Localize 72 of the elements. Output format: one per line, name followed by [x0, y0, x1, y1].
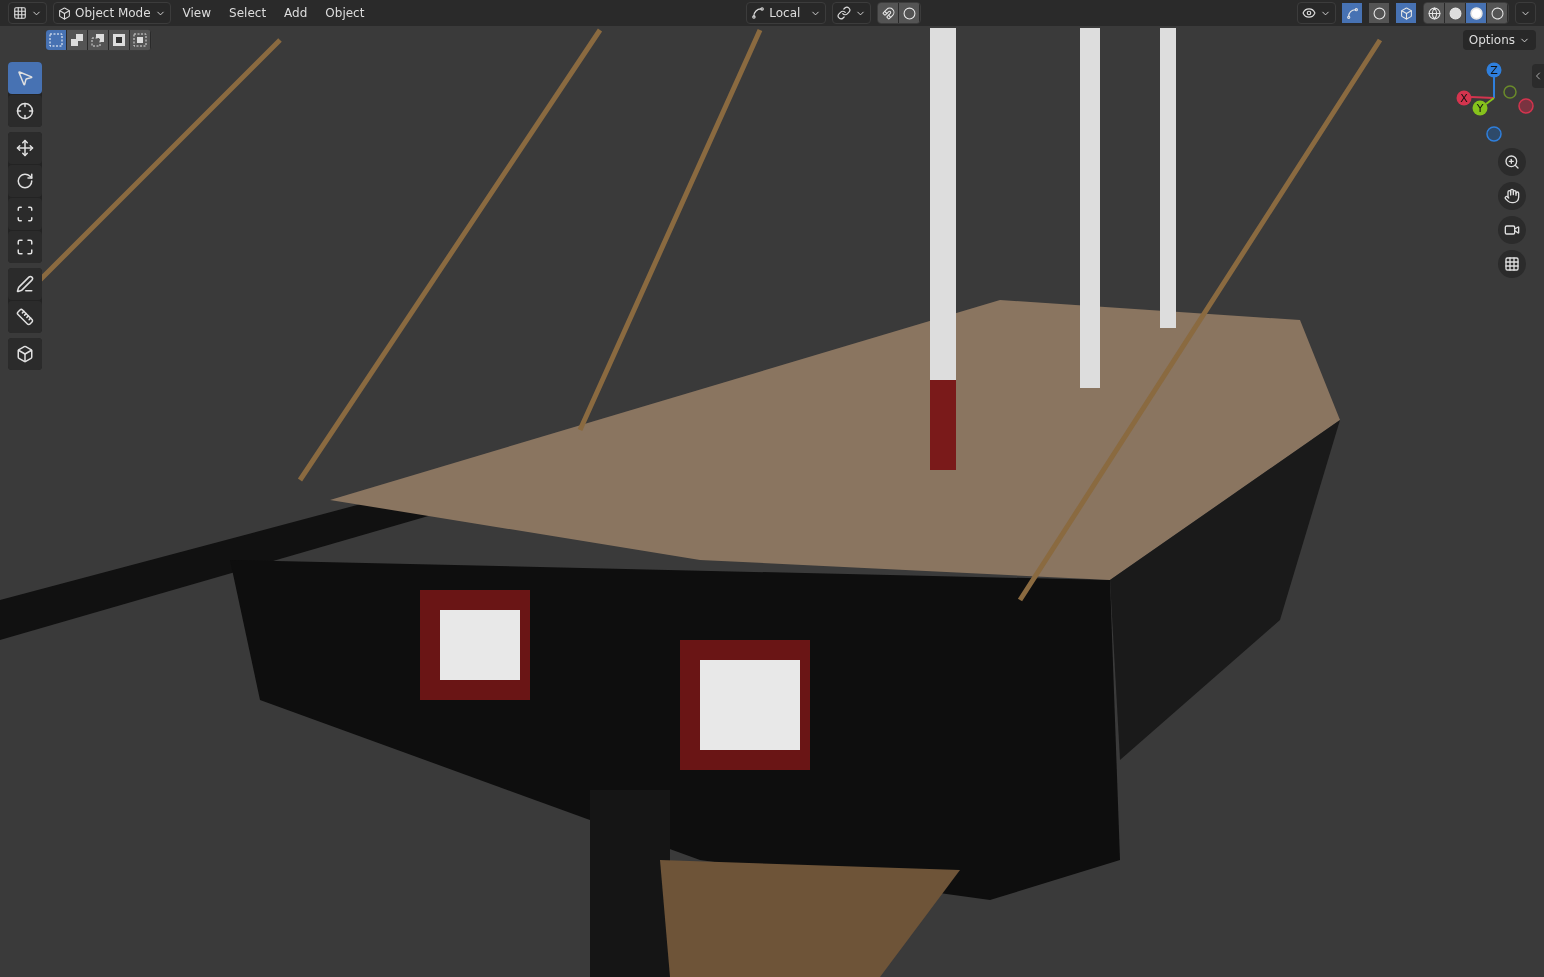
pivot-dropdown[interactable]: [832, 2, 872, 24]
selection-mode-icon: [133, 33, 147, 47]
crosshair-icon: [16, 102, 34, 120]
rotate-tool[interactable]: [8, 165, 42, 197]
transform-tool[interactable]: [8, 231, 42, 263]
rotate-icon: [16, 172, 34, 190]
sidebar-toggle[interactable]: [1532, 64, 1544, 88]
wire-globe-icon: [1427, 6, 1441, 20]
pencil-icon: [16, 275, 34, 293]
magnet-icon: [881, 6, 895, 20]
move-tool[interactable]: [8, 132, 42, 164]
add-cube-tool[interactable]: [8, 338, 42, 370]
ortho-view-button[interactable]: [1498, 250, 1526, 278]
axis-handle[interactable]: X: [1456, 90, 1472, 106]
move-arrows-icon: [16, 139, 34, 157]
cube-icon: [16, 345, 34, 363]
xray-toggle[interactable]: [1396, 3, 1417, 23]
editor-grid-icon: [13, 6, 27, 20]
shading-mode-button[interactable]: [1445, 3, 1466, 23]
visibility-dropdown[interactable]: [1297, 2, 1336, 24]
selection-mode-icon: [70, 33, 84, 47]
pan-view-button[interactable]: [1498, 182, 1526, 210]
selection-mode-icon: [112, 33, 126, 47]
editor-type-dropdown[interactable]: [8, 2, 47, 24]
selection-mode-button[interactable]: [46, 30, 67, 50]
menu-item[interactable]: Object: [319, 6, 371, 20]
selection-mode-icon: [91, 33, 105, 47]
cursor-arrow-icon: [16, 69, 34, 87]
solid-sphere-icon: [1448, 6, 1462, 20]
axis-handle[interactable]: Y: [1472, 100, 1488, 116]
axis-handle[interactable]: Z: [1486, 62, 1502, 78]
camera-view-button[interactable]: [1498, 216, 1526, 244]
shading-mode-button[interactable]: [1424, 3, 1445, 23]
zoom-icon: [1504, 154, 1520, 170]
cube-icon: [58, 6, 71, 20]
eye-icon: [1302, 6, 1316, 20]
proportional-circle-icon: [902, 6, 916, 20]
cursor-tool[interactable]: [8, 95, 42, 127]
selection-mode-button[interactable]: [109, 30, 130, 50]
axis-handle[interactable]: [1518, 98, 1534, 114]
proportional-edit-toggle[interactable]: [899, 3, 921, 23]
material-sphere-icon: [1469, 6, 1483, 20]
mode-dropdown[interactable]: Object Mode: [53, 2, 171, 24]
gizmos-toggle[interactable]: [1342, 3, 1363, 23]
overlay-circle-icon: [1372, 6, 1386, 20]
selection-mode-button[interactable]: [130, 30, 151, 50]
annotate-tool[interactable]: [8, 268, 42, 300]
ruler-icon: [16, 308, 34, 326]
overlays-toggle[interactable]: [1369, 3, 1390, 23]
scale-tool[interactable]: [8, 198, 42, 230]
link-icon: [837, 6, 852, 20]
menu-item[interactable]: Select: [223, 6, 273, 20]
menu-item[interactable]: View: [176, 6, 218, 20]
snap-toggle[interactable]: [878, 3, 900, 23]
axis-handle[interactable]: [1486, 126, 1502, 142]
rendered-sphere-icon: [1490, 6, 1504, 20]
menu-item[interactable]: Add: [278, 6, 314, 20]
shading-mode-button[interactable]: [1487, 3, 1508, 23]
measure-tool[interactable]: [8, 301, 42, 333]
selection-mode-button[interactable]: [67, 30, 88, 50]
selection-mode-button[interactable]: [88, 30, 109, 50]
select-box-tool[interactable]: [8, 62, 42, 94]
selection-mode-icon: [49, 33, 63, 47]
orientation-dropdown[interactable]: Local: [746, 2, 827, 24]
zoom-view-button[interactable]: [1498, 148, 1526, 176]
camera-icon: [1504, 222, 1520, 238]
hand-icon: [1504, 188, 1520, 204]
grid-icon: [1504, 256, 1520, 272]
axis-handle[interactable]: [1503, 85, 1517, 99]
scale-frame-icon: [16, 205, 34, 223]
options-dropdown[interactable]: Options: [1462, 30, 1536, 50]
shading-mode-button[interactable]: [1466, 3, 1487, 23]
